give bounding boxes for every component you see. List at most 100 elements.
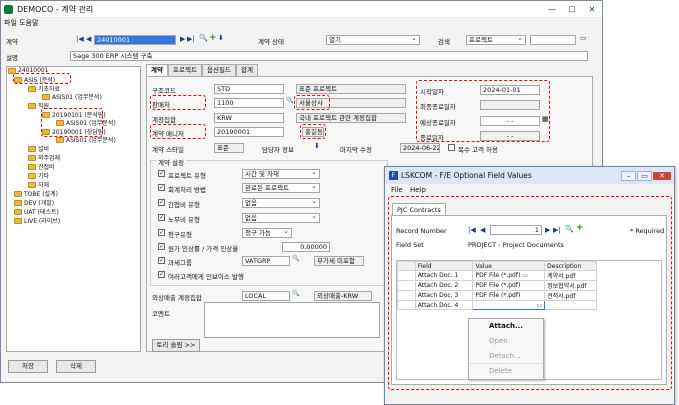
table-row[interactable]: Attach Doc. 2 PDF File (*.pdf) 정보협약서.pdf xyxy=(397,280,597,291)
close-icon[interactable]: ✕ xyxy=(582,5,602,14)
setting-checkbox[interactable]: ✓ xyxy=(158,257,165,264)
value-cell[interactable]: PDF File (*.pdf) ▭ xyxy=(472,270,546,281)
markup-input[interactable]: 0.00000 xyxy=(282,242,330,252)
tax-group-input[interactable]: VATGRP xyxy=(242,256,290,266)
tree-node[interactable]: UAT (테스트) xyxy=(14,207,59,216)
folder-icon xyxy=(14,190,22,197)
tab-project[interactable]: 프로젝트 xyxy=(168,64,202,76)
menu-detach[interactable]: Detach... xyxy=(469,349,543,364)
record-input[interactable]: 1 xyxy=(490,225,542,235)
maximize-icon[interactable]: ☐ xyxy=(562,5,582,14)
popup-menu-file[interactable]: File xyxy=(391,186,403,194)
tree-label: ASIS01 (업무분석) xyxy=(52,94,102,101)
tree-node[interactable]: 기타 xyxy=(28,171,49,180)
delete-button[interactable]: 삭제 xyxy=(56,360,96,373)
contract-nav-first-icon[interactable]: |◀ xyxy=(76,35,84,43)
search-select[interactable]: 프로젝트 xyxy=(466,35,526,45)
ar-input[interactable]: LOCAL xyxy=(242,291,290,301)
setting-checkbox[interactable]: ✓ xyxy=(158,214,165,221)
setting-label: 과세그룹 xyxy=(168,259,192,267)
vendor-input[interactable]: 1100 xyxy=(214,98,284,108)
record-next-icon[interactable]: ▶ xyxy=(545,226,550,234)
contract-nav-prev-icon[interactable]: ◀ xyxy=(86,35,91,43)
contract-nav-last-icon[interactable]: ▶| xyxy=(187,35,195,43)
save-button[interactable]: 저장 xyxy=(8,360,48,373)
record-first-icon[interactable]: |◀ xyxy=(468,226,476,234)
history-button[interactable]: 토리 슬림 >> xyxy=(152,339,200,352)
tree-node[interactable]: 외주업체 xyxy=(28,153,60,162)
tree-label: DEV (개발) xyxy=(24,200,55,207)
setting-checkbox[interactable]: ✓ xyxy=(158,184,165,191)
folder-icon xyxy=(28,85,36,92)
desc-input[interactable]: Sage 300 ERP 시스템 구축 xyxy=(70,51,588,61)
comment-label: 코멘트 xyxy=(152,310,170,318)
table-row[interactable]: Attach Doc. 3 PDF File (*.pdf) 견적서.pdf xyxy=(397,290,597,301)
attach-icon[interactable]: ▭ xyxy=(536,302,542,309)
menu-delete[interactable]: Delete xyxy=(469,364,543,379)
multi-customer-checkbox[interactable] xyxy=(448,144,455,151)
highlight-vendor-desc xyxy=(294,95,330,110)
attach-icon[interactable]: ▭ xyxy=(522,272,528,279)
table-row[interactable]: Attach Doc. 4 ▭ xyxy=(397,300,597,310)
contact-icon[interactable]: ⬇ xyxy=(314,142,320,150)
popup-maximize-icon[interactable]: ▭ xyxy=(637,170,652,181)
popup-close-icon[interactable]: ✕ xyxy=(653,171,671,180)
tree-node[interactable]: 간접비 xyxy=(28,162,55,171)
add-icon[interactable]: + xyxy=(209,33,217,43)
tree-label: 자재 xyxy=(38,182,50,189)
ar-finder-icon[interactable]: 🔍 xyxy=(292,290,299,297)
tab-optional-fields[interactable]: 옵션필드 xyxy=(202,64,236,76)
tree-node[interactable]: 설비 xyxy=(28,144,49,153)
setting-checkbox[interactable]: ✓ xyxy=(158,229,165,236)
settings-title: 계약 설정 xyxy=(156,157,186,167)
setting-select[interactable]: 시간 및 자재 xyxy=(242,169,320,179)
contract-nav-next-icon[interactable]: ▶ xyxy=(180,35,185,43)
record-prev-icon[interactable]: ◀ xyxy=(480,226,485,234)
tax-finder-icon[interactable]: 🔍 xyxy=(292,255,299,262)
tree-highlight-staff xyxy=(41,108,103,137)
tree-node[interactable]: 자재 xyxy=(28,180,49,189)
save-icon[interactable]: ⬇ xyxy=(218,34,224,42)
record-add-icon[interactable]: + xyxy=(576,223,584,233)
value-cell[interactable]: PDF File (*.pdf) xyxy=(472,280,546,291)
setting-select[interactable]: 없음 xyxy=(242,198,320,208)
tab-totals[interactable]: 합계 xyxy=(236,64,258,76)
setting-select[interactable]: 청구 가능 xyxy=(242,228,292,238)
setting-select[interactable]: 완료된 프로젝트 xyxy=(242,183,320,193)
setting-checkbox[interactable]: ✓ xyxy=(158,243,165,250)
minimize-icon[interactable]: — xyxy=(542,5,562,14)
value-cell[interactable]: ▭ xyxy=(472,300,546,310)
mgr-input[interactable]: 20190001 xyxy=(214,127,284,137)
value-cell[interactable]: PDF File (*.pdf) xyxy=(472,290,546,301)
tree-node[interactable]: LIVE (라이브) xyxy=(14,216,60,225)
menu-labels[interactable]: 파일 도움말 xyxy=(4,18,38,28)
setting-checkbox[interactable]: ✓ xyxy=(158,271,165,278)
record-finder-icon[interactable]: 🔍 xyxy=(565,225,574,233)
menu-attach[interactable]: Attach... xyxy=(469,319,543,334)
tree-node[interactable]: TOBE (설계) xyxy=(14,189,58,198)
finder-icon[interactable]: 🔍 xyxy=(199,34,208,42)
search-input[interactable] xyxy=(530,35,576,45)
popup-menu-help[interactable]: Help xyxy=(410,186,426,194)
setting-checkbox[interactable]: ✓ xyxy=(158,199,165,206)
status-select[interactable]: 열기 xyxy=(326,35,420,45)
grid-header-value: Value xyxy=(472,261,546,271)
main-menubar[interactable]: 파일 도움말 xyxy=(1,17,602,29)
setting-select[interactable]: 없음 xyxy=(242,213,320,223)
record-last-icon[interactable]: ▶| xyxy=(553,226,561,234)
tree-node[interactable]: ASIS01 (업무분석) xyxy=(42,92,102,101)
tree-node[interactable]: DEV (개발) xyxy=(14,198,54,207)
field-cell: Attach Doc. 4 xyxy=(414,300,474,310)
menu-open[interactable]: Open xyxy=(469,334,543,349)
setting-checkbox[interactable]: ✓ xyxy=(158,170,165,177)
search-icon[interactable]: ▭ xyxy=(580,34,587,42)
folder-icon xyxy=(28,172,36,179)
comment-textarea[interactable] xyxy=(204,302,380,338)
contract-input[interactable]: 24010001 xyxy=(94,35,176,45)
table-row[interactable]: Attach Doc. 1 PDF File (*.pdf) ▭ 계약서.pdf xyxy=(397,270,597,281)
structure-input[interactable]: STD xyxy=(214,84,284,94)
acct-input[interactable]: KRW xyxy=(214,113,284,123)
vendor-finder-icon[interactable]: 🔍 xyxy=(286,97,293,104)
tab-contract[interactable]: 계약 xyxy=(146,64,168,76)
popup-minimize-icon[interactable]: – xyxy=(621,170,636,181)
